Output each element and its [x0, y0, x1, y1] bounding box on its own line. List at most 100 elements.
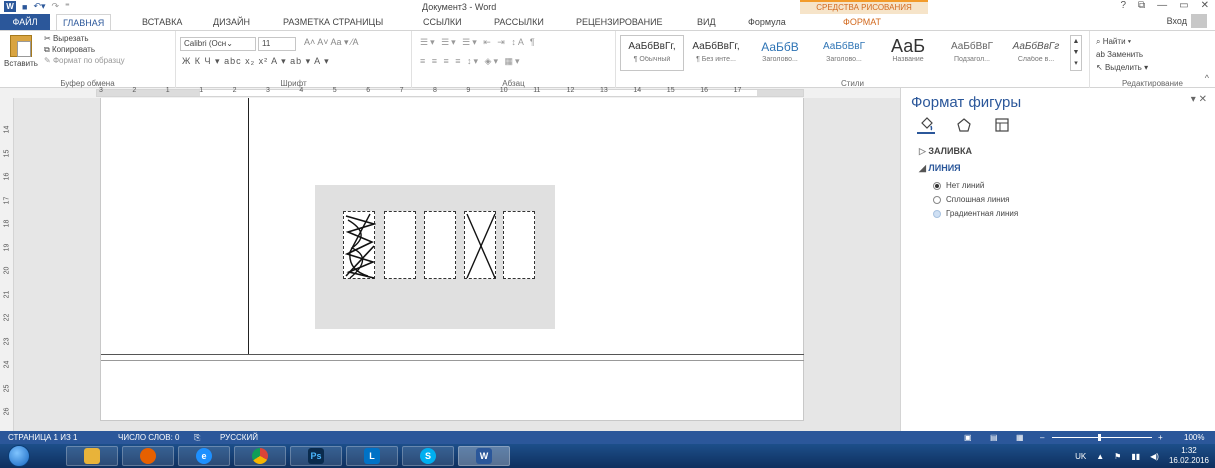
select-button[interactable]: ↖ Выделить ▾: [1096, 61, 1148, 74]
close-button[interactable]: ✕: [1201, 0, 1209, 11]
network-icon[interactable]: ▮▮: [1131, 452, 1140, 461]
tab-review[interactable]: РЕЦЕНЗИРОВАНИЕ: [576, 14, 663, 30]
copy-button[interactable]: ⧉ Копировать: [44, 44, 125, 55]
tab-references[interactable]: ССЫЛКИ: [423, 14, 462, 30]
customize-qat-icon[interactable]: ⁼: [65, 1, 70, 12]
paste-button[interactable]: Вставить: [4, 35, 38, 68]
style-heading-1[interactable]: АаБбВ Заголово...: [748, 35, 812, 71]
pane-close-button[interactable]: ▾ ✕: [1191, 94, 1207, 105]
ribbon-display-button[interactable]: ⧉: [1138, 0, 1145, 11]
layout-properties-tab[interactable]: [993, 116, 1011, 134]
replace-button[interactable]: ab Заменить: [1096, 48, 1148, 61]
list-tools[interactable]: ☰▾ ☰▾ ☰▾ ⇤ ⇥ ↕A ¶: [420, 37, 537, 48]
taskbar-skype[interactable]: S: [402, 446, 454, 466]
maximize-button[interactable]: ▭: [1179, 0, 1188, 11]
tab-home[interactable]: ГЛАВНАЯ: [56, 14, 112, 30]
zoom-slider[interactable]: [1052, 437, 1152, 438]
cut-button[interactable]: ✂ Вырезать: [44, 33, 125, 44]
style-subtle-emphasis[interactable]: АаБбВвГг Слабое в...: [1004, 35, 1068, 71]
flag-icon[interactable]: ⚑: [1114, 452, 1121, 461]
sign-in-label[interactable]: Вход: [1167, 16, 1187, 26]
line-section-header[interactable]: ◢ ЛИНИЯ: [919, 163, 961, 174]
more-styles-icon[interactable]: ▾: [1071, 58, 1081, 69]
dropdown-icon[interactable]: ▾: [1191, 94, 1199, 105]
help-button[interactable]: ?: [1120, 0, 1126, 11]
close-icon[interactable]: ✕: [1199, 94, 1207, 105]
tab-insert[interactable]: ВСТАВКА: [142, 14, 182, 30]
tab-view[interactable]: ВИД: [697, 14, 716, 30]
start-button[interactable]: [8, 445, 30, 467]
radio-gradient-line[interactable]: [933, 209, 941, 218]
document-page[interactable]: [100, 98, 804, 421]
font-size-tools[interactable]: A˄ A˅ Aa ▾ ⁄A: [304, 37, 359, 48]
vertical-line-shape[interactable]: [248, 98, 249, 354]
clock[interactable]: 1:32 16.02.2016: [1169, 446, 1209, 466]
zoom-slider-thumb[interactable]: [1098, 434, 1101, 441]
tab-design[interactable]: ДИЗАЙН: [213, 14, 250, 30]
taskbar-word[interactable]: W: [458, 446, 510, 466]
read-mode-icon[interactable]: ▣: [964, 433, 972, 442]
redo-icon[interactable]: ↷: [52, 1, 60, 12]
style-title[interactable]: АаБ Название: [876, 35, 940, 71]
tray-arrow-icon[interactable]: ▲: [1096, 452, 1104, 461]
volume-icon[interactable]: ◀): [1150, 452, 1159, 461]
collapse-ribbon-icon[interactable]: ^: [1205, 73, 1209, 83]
save-icon[interactable]: ■: [22, 2, 27, 12]
cell-box-empty-3[interactable]: [503, 211, 535, 279]
chevron-down-icon[interactable]: ▼: [1071, 47, 1081, 58]
horizontal-ruler[interactable]: 3 2 1 1 2 3 4 5 6 7 8 9 10 11 12 13 14 15 16 17: [0, 87, 900, 98]
style-normal[interactable]: АаБбВвГг, ¶ Обычный: [620, 35, 684, 71]
tab-formula[interactable]: Формула: [748, 14, 786, 30]
chevron-up-icon[interactable]: ▲: [1071, 36, 1081, 47]
style-no-spacing[interactable]: АаБбВвГг, ¶ Без инте...: [684, 35, 748, 71]
fill-line-tab[interactable]: [917, 116, 935, 134]
print-layout-icon[interactable]: ▤: [990, 433, 998, 442]
zoom-level[interactable]: 100%: [1184, 433, 1204, 442]
minimize-button[interactable]: —: [1157, 0, 1167, 11]
drawing-canvas[interactable]: [315, 185, 555, 329]
tab-layout[interactable]: РАЗМЕТКА СТРАНИЦЫ: [283, 14, 383, 30]
font-name-select[interactable]: Calibri (Осн⌄: [180, 37, 256, 51]
fill-section-header[interactable]: ▷ ЗАЛИВКА: [919, 146, 972, 157]
tab-format[interactable]: ФОРМАТ: [843, 14, 881, 30]
option-gradient-line[interactable]: Градиентная линия: [933, 209, 1018, 218]
taskbar-explorer[interactable]: [66, 446, 118, 466]
horizontal-line-shape-2[interactable]: [101, 360, 804, 361]
zoom-in-button[interactable]: +: [1158, 433, 1163, 442]
sign-in[interactable]: Вход: [1167, 14, 1207, 28]
format-painter-button[interactable]: ✎ Формат по образцу: [44, 55, 125, 66]
avatar[interactable]: [1191, 14, 1207, 28]
vertical-ruler[interactable]: 1415161718192021222324252627: [0, 98, 14, 439]
style-subtitle[interactable]: АаБбВвГ Подзагол...: [940, 35, 1004, 71]
language-indicator[interactable]: РУССКИЙ: [220, 433, 258, 442]
alignment-tools[interactable]: ≡ ≡ ≡ ≡ ↕▾ ◈▾ ▦▾: [420, 56, 522, 67]
tab-file[interactable]: ФАЙЛ: [0, 14, 50, 30]
cell-box-empty-2[interactable]: [424, 211, 456, 279]
style-heading-2[interactable]: АаБбВвГ Заголово...: [812, 35, 876, 71]
taskbar-photoshop[interactable]: Ps: [290, 446, 342, 466]
web-layout-icon[interactable]: ▦: [1016, 433, 1024, 442]
input-language[interactable]: UK: [1075, 452, 1086, 461]
option-solid-line[interactable]: Сплошная линия: [933, 195, 1010, 204]
tab-mailings[interactable]: РАССЫЛКИ: [494, 14, 544, 30]
styles-scroll[interactable]: ▲ ▼ ▾: [1070, 35, 1082, 71]
radio-solid-line[interactable]: [933, 195, 941, 204]
cell-box-scribbled[interactable]: [343, 211, 377, 279]
taskbar-ie[interactable]: e: [178, 446, 230, 466]
font-size-select[interactable]: 11: [258, 37, 296, 51]
proofing-icon[interactable]: ⎘: [194, 433, 200, 443]
font-format-tools[interactable]: Ж К Ч ▾ abc x₂ x² A ▾ ab ▾ A ▾: [182, 56, 330, 67]
cell-box-crossed[interactable]: [464, 211, 496, 279]
word-count[interactable]: ЧИСЛО СЛОВ: 0: [118, 433, 180, 442]
find-button[interactable]: ⌕ Найти ▾: [1096, 35, 1148, 48]
page-count[interactable]: СТРАНИЦА 1 ИЗ 1: [8, 433, 77, 442]
zoom-out-button[interactable]: –: [1040, 433, 1044, 442]
option-no-line[interactable]: Нет линий: [933, 181, 984, 190]
undo-icon[interactable]: ↶▾: [33, 1, 45, 12]
horizontal-line-shape[interactable]: [101, 354, 804, 355]
taskbar-firefox[interactable]: [122, 446, 174, 466]
taskbar-lync[interactable]: L: [346, 446, 398, 466]
cell-box-empty-1[interactable]: [384, 211, 416, 279]
effects-tab[interactable]: [955, 116, 973, 134]
radio-no-line[interactable]: [933, 181, 941, 190]
